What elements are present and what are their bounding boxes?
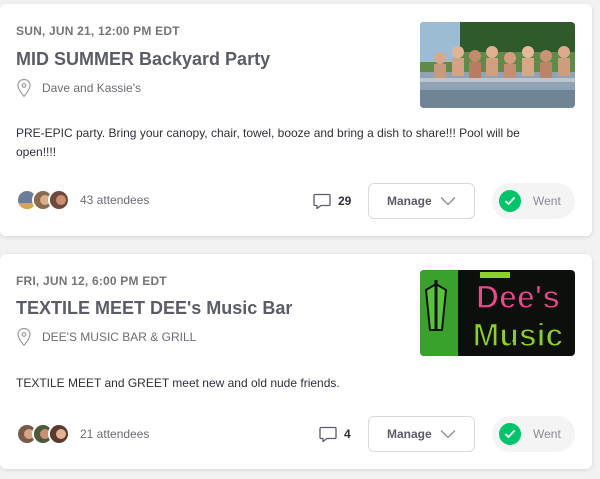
venue-name: Dave and Kassie's bbox=[42, 81, 142, 95]
avatar bbox=[48, 423, 70, 445]
comment-icon bbox=[319, 426, 337, 443]
event-title[interactable]: MID SUMMER Backyard Party bbox=[16, 49, 270, 70]
comments-button[interactable]: 4 bbox=[318, 424, 351, 444]
checkmark-icon bbox=[499, 190, 521, 212]
checkmark-icon bbox=[499, 423, 521, 445]
event-description: PRE-EPIC party. Bring your canopy, chair… bbox=[16, 126, 520, 159]
event-venue: Dave and Kassie's bbox=[16, 78, 141, 98]
attendee-count[interactable]: 43 attendees bbox=[80, 193, 149, 207]
event-card[interactable]: SUN, JUN 21, 12:00 PM EDT MID SUMMER Bac… bbox=[0, 4, 592, 236]
event-description: TEXTILE MEET and GREET meet new and old … bbox=[16, 376, 340, 390]
location-pin-icon bbox=[16, 78, 32, 98]
image-logo-text-1: Dee's bbox=[476, 279, 560, 315]
manage-label: Manage bbox=[387, 194, 432, 208]
event-photo[interactable] bbox=[420, 22, 575, 108]
went-status[interactable]: Went bbox=[492, 183, 575, 219]
event-card[interactable]: FRI, JUN 12, 6:00 PM EDT TEXTILE MEET DE… bbox=[0, 254, 592, 469]
went-label: Went bbox=[533, 427, 561, 441]
went-status[interactable]: Went bbox=[492, 416, 575, 452]
venue-name: DEE'S MUSIC BAR & GRILL bbox=[42, 330, 197, 344]
event-feed: SUN, JUN 21, 12:00 PM EDT MID SUMMER Bac… bbox=[0, 0, 600, 479]
event-title[interactable]: TEXTILE MEET DEE's Music Bar bbox=[16, 298, 292, 319]
manage-label: Manage bbox=[387, 427, 432, 441]
event-date: FRI, JUN 12, 6:00 PM EDT bbox=[16, 274, 167, 288]
comment-count: 4 bbox=[344, 427, 351, 441]
image-logo-text-2: Music bbox=[473, 317, 564, 353]
comments-button[interactable]: 29 bbox=[312, 191, 351, 211]
attendee-avatars[interactable] bbox=[16, 423, 70, 445]
avatar bbox=[48, 189, 70, 211]
manage-dropdown[interactable]: Manage bbox=[368, 183, 475, 219]
chevron-down-icon bbox=[440, 430, 456, 439]
event-photo[interactable]: Dee's Music bbox=[420, 270, 575, 356]
event-venue: DEE'S MUSIC BAR & GRILL bbox=[16, 327, 196, 347]
went-label: Went bbox=[533, 194, 561, 208]
event-date: SUN, JUN 21, 12:00 PM EDT bbox=[16, 24, 180, 38]
comment-icon bbox=[313, 193, 331, 210]
attendee-avatars[interactable] bbox=[16, 189, 70, 211]
chevron-down-icon bbox=[440, 197, 456, 206]
comment-count: 29 bbox=[338, 194, 352, 208]
attendee-count[interactable]: 21 attendees bbox=[80, 427, 149, 441]
manage-dropdown[interactable]: Manage bbox=[368, 416, 475, 452]
location-pin-icon bbox=[16, 327, 32, 347]
